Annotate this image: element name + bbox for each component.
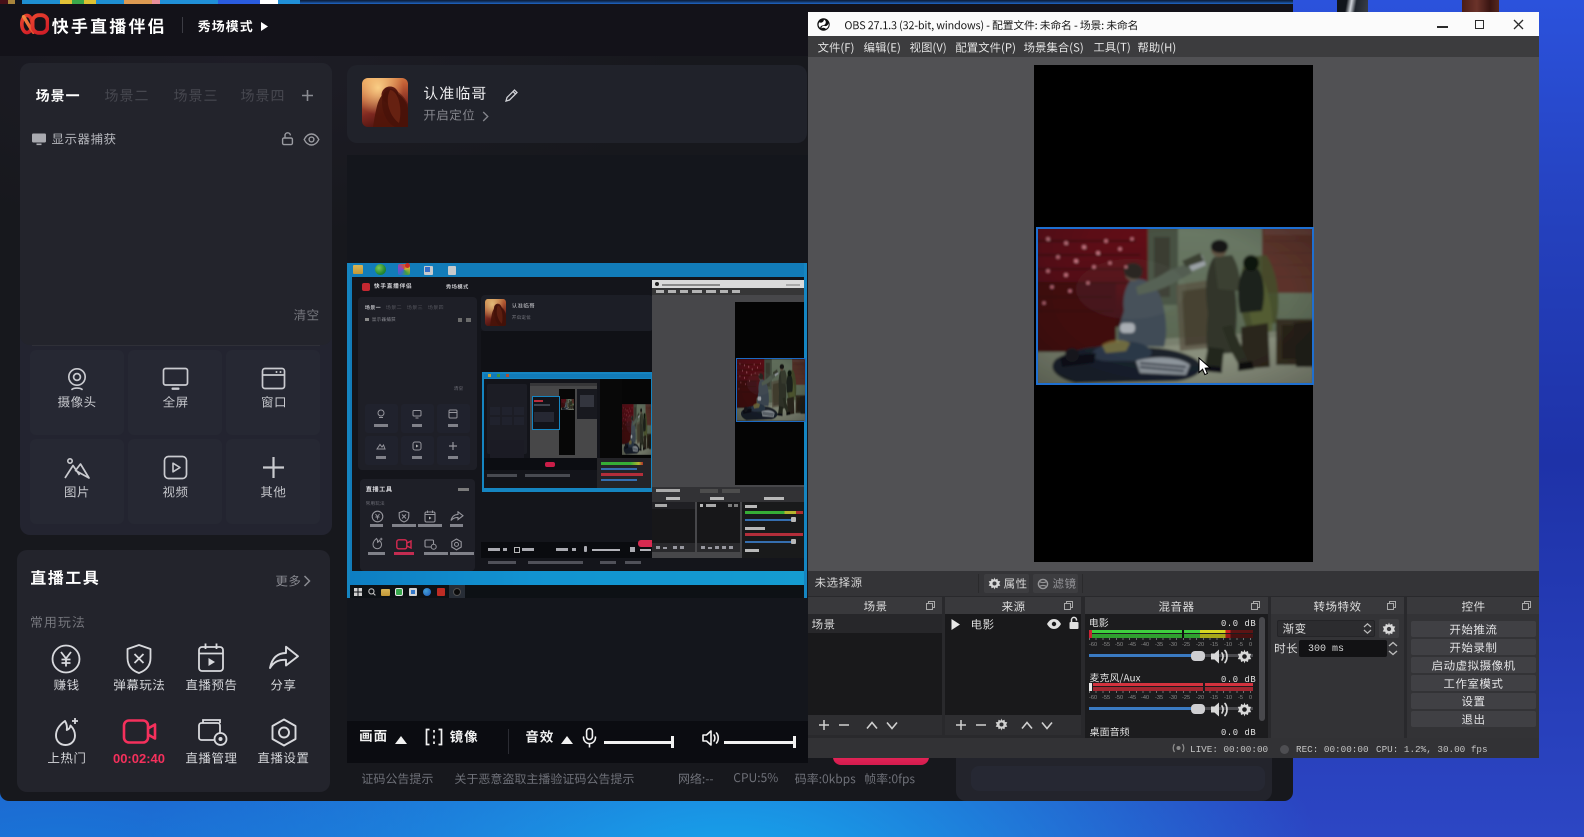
svg-text:-10: -10: [1224, 695, 1232, 700]
svg-text:-20: -20: [1196, 642, 1204, 647]
svg-text:-15: -15: [1210, 642, 1218, 647]
svg-text:-35: -35: [1155, 642, 1163, 647]
svg-text:-45: -45: [1128, 695, 1136, 700]
svg-text:-40: -40: [1141, 642, 1149, 647]
svg-text:-35: -35: [1155, 695, 1163, 700]
svg-text:-45: -45: [1128, 642, 1136, 647]
svg-text:0: 0: [1249, 695, 1252, 700]
svg-text:-15: -15: [1210, 695, 1218, 700]
svg-text:-30: -30: [1169, 695, 1177, 700]
svg-text:-50: -50: [1115, 695, 1123, 700]
svg-text:0: 0: [1249, 642, 1252, 647]
svg-text:-20: -20: [1196, 695, 1204, 700]
svg-text:-55: -55: [1102, 642, 1110, 647]
svg-text:-5: -5: [1238, 642, 1243, 647]
svg-text:-5: -5: [1238, 695, 1243, 700]
svg-text:-10: -10: [1224, 642, 1232, 647]
svg-text:-60: -60: [1089, 642, 1097, 647]
svg-text:-25: -25: [1182, 695, 1190, 700]
svg-text:-60: -60: [1089, 695, 1097, 700]
svg-text:-30: -30: [1169, 642, 1177, 647]
svg-text:-55: -55: [1102, 695, 1110, 700]
svg-text:-25: -25: [1182, 642, 1190, 647]
svg-text:-40: -40: [1141, 695, 1149, 700]
svg-text:-50: -50: [1115, 642, 1123, 647]
